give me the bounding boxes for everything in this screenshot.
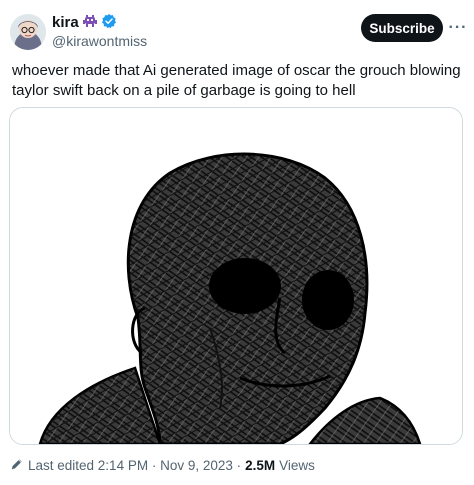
views-label: Views — [279, 457, 315, 473]
more-options-icon[interactable]: ··· — [448, 14, 468, 42]
avatar-image — [10, 14, 46, 50]
subscribe-button[interactable]: Subscribe — [361, 14, 443, 42]
avatar[interactable] — [10, 14, 46, 50]
display-name[interactable]: kira — [52, 14, 79, 32]
author-name-row[interactable]: kira — [52, 13, 117, 34]
tweet-header: kira @kirawontmiss Subscribe ··· — [0, 0, 474, 56]
tweet-media[interactable] — [9, 107, 463, 445]
tweet-meta: Last edited 2:14 PM · Nov 9, 2023 · 2.5M… — [10, 455, 315, 475]
edited-timestamp[interactable]: Last edited 2:14 PM · Nov 9, 2023 · — [28, 458, 241, 473]
author-handle[interactable]: @kirawontmiss — [52, 33, 147, 49]
alien-monster-icon — [82, 13, 98, 34]
pencil-icon — [10, 457, 24, 474]
views-count: 2.5M — [245, 457, 276, 473]
wojak-sketch-image — [10, 108, 462, 444]
verified-badge-icon[interactable] — [101, 13, 117, 34]
tweet-text: whoever made that Ai generated image of … — [12, 62, 461, 99]
